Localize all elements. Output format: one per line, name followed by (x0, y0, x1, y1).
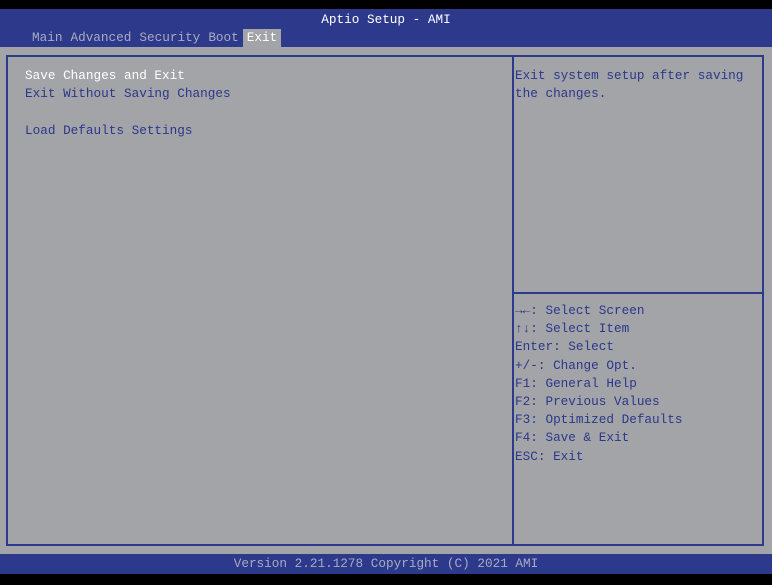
tab-security[interactable]: Security (135, 29, 204, 47)
menu-item-save-changes-and-exit[interactable]: Save Changes and Exit (25, 67, 231, 85)
menu-item-exit-without-saving[interactable]: Exit Without Saving Changes (25, 85, 231, 103)
version-footer: Version 2.21.1278 Copyright (C) 2021 AMI (0, 554, 772, 574)
tab-advanced[interactable]: Advanced (66, 29, 135, 47)
key-legend: →←: Select Screen ↑↓: Select Item Enter:… (515, 302, 683, 466)
key-f3: F3: Optimized Defaults (515, 412, 683, 428)
key-enter: Enter: Select (515, 339, 614, 355)
help-divider (514, 292, 762, 294)
key-f4: F4: Save & Exit (515, 430, 630, 446)
tab-bar: Main Advanced Security Boot Exit (28, 29, 282, 47)
key-esc: ESC: Exit (515, 448, 584, 464)
key-select-screen: →←: Select Screen (515, 303, 645, 318)
exit-menu: Save Changes and Exit Exit Without Savin… (25, 67, 231, 140)
menu-item-load-defaults[interactable]: Load Defaults Settings (25, 122, 231, 140)
tab-main[interactable]: Main (28, 29, 66, 47)
app-title: Aptio Setup - AMI (321, 12, 451, 27)
tab-boot[interactable]: Boot (204, 29, 242, 47)
key-f2: F2: Previous Values (515, 393, 660, 409)
vertical-divider (512, 57, 514, 544)
key-change-opt: +/-: Change Opt. (515, 357, 637, 373)
tab-exit[interactable]: Exit (242, 29, 282, 47)
content-panel: Save Changes and Exit Exit Without Savin… (6, 55, 764, 546)
key-select-item: ↑↓: Select Item (515, 321, 630, 337)
key-f1: F1: General Help (515, 375, 637, 391)
title-bar: Aptio Setup - AMI Main Advanced Security… (0, 9, 772, 47)
help-text: Exit system setup after saving the chang… (515, 68, 752, 102)
main-area: Save Changes and Exit Exit Without Savin… (0, 47, 772, 554)
menu-spacer (25, 103, 231, 121)
